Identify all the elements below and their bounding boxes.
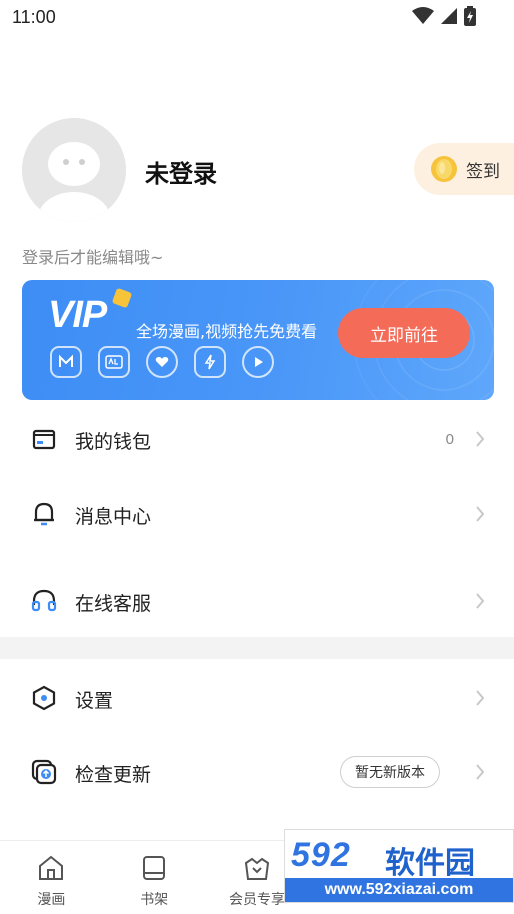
menu-update[interactable]: 检查更新 暂无新版本: [0, 738, 514, 808]
menu-messages-label: 消息中心: [75, 506, 152, 528]
watermark-brand: 软件园: [385, 846, 475, 881]
chevron-right-icon: [476, 431, 485, 447]
play-icon: [242, 346, 274, 378]
vip-crown-icon: [111, 287, 133, 309]
chevron-right-icon: [476, 593, 485, 609]
menu-messages[interactable]: 消息中心: [0, 480, 514, 550]
wallet-balance: 0: [445, 431, 454, 448]
settings-hexagon-icon: [32, 685, 56, 711]
headset-icon: [31, 589, 57, 612]
heart-icon: [146, 346, 178, 378]
watermark-url: www.592xiazai.com: [285, 878, 513, 902]
menu-wallet-label: 我的钱包: [75, 431, 152, 453]
vip-crown-icon: [244, 857, 270, 880]
tab-comics-label: 漫画: [37, 892, 66, 908]
vip-perks: [50, 346, 274, 378]
chevron-right-icon: [476, 764, 485, 780]
ad-free-icon: [98, 346, 130, 378]
tab-bookshelf[interactable]: 书架: [103, 841, 206, 914]
username[interactable]: 未登录: [145, 154, 217, 189]
menu-support[interactable]: 在线客服: [0, 567, 514, 637]
update-icon: [31, 759, 57, 785]
tab-bookshelf-label: 书架: [140, 892, 169, 908]
login-hint: 登录后才能编辑哦~: [22, 248, 164, 267]
m-badge-icon: [50, 346, 82, 378]
menu-settings[interactable]: 设置: [0, 664, 514, 734]
chevron-right-icon: [476, 690, 485, 706]
vip-go-button[interactable]: 立即前往: [338, 308, 470, 358]
tab-comics[interactable]: 漫画: [0, 841, 103, 914]
vip-slogan: 全场漫画,视频抢先免费看: [136, 322, 318, 341]
status-bar: 11:00: [0, 0, 514, 36]
signal-icon: [441, 8, 457, 24]
watermark-number: 592: [291, 836, 351, 874]
menu-update-label: 检查更新: [75, 764, 152, 786]
coin-icon: [431, 156, 457, 182]
bell-icon: [34, 502, 54, 526]
menu-support-label: 在线客服: [75, 593, 152, 615]
update-status-badge: 暂无新版本: [340, 756, 440, 788]
status-time: 11:00: [12, 7, 56, 27]
site-watermark: 592 软件园 www.592xiazai.com: [284, 829, 514, 903]
lightning-icon: [194, 346, 226, 378]
bookshelf-icon: [143, 856, 166, 880]
profile-header: 未登录 签到: [0, 110, 514, 240]
wallet-icon: [32, 429, 56, 450]
menu-settings-label: 设置: [75, 690, 114, 712]
battery-charging-icon: [464, 6, 476, 26]
chevron-right-icon: [476, 506, 485, 522]
home-icon: [39, 855, 64, 880]
wifi-icon: [412, 7, 434, 24]
menu-wallet[interactable]: 我的钱包 0: [0, 405, 514, 475]
avatar[interactable]: [22, 118, 126, 222]
default-avatar-icon: [22, 118, 126, 222]
vip-logo: VIP: [48, 294, 107, 336]
checkin-label: 签到: [466, 161, 500, 182]
vip-banner[interactable]: VIP 全场漫画,视频抢先免费看 立即前往: [22, 280, 494, 400]
checkin-button[interactable]: 签到: [414, 143, 514, 195]
section-divider: [0, 637, 514, 659]
